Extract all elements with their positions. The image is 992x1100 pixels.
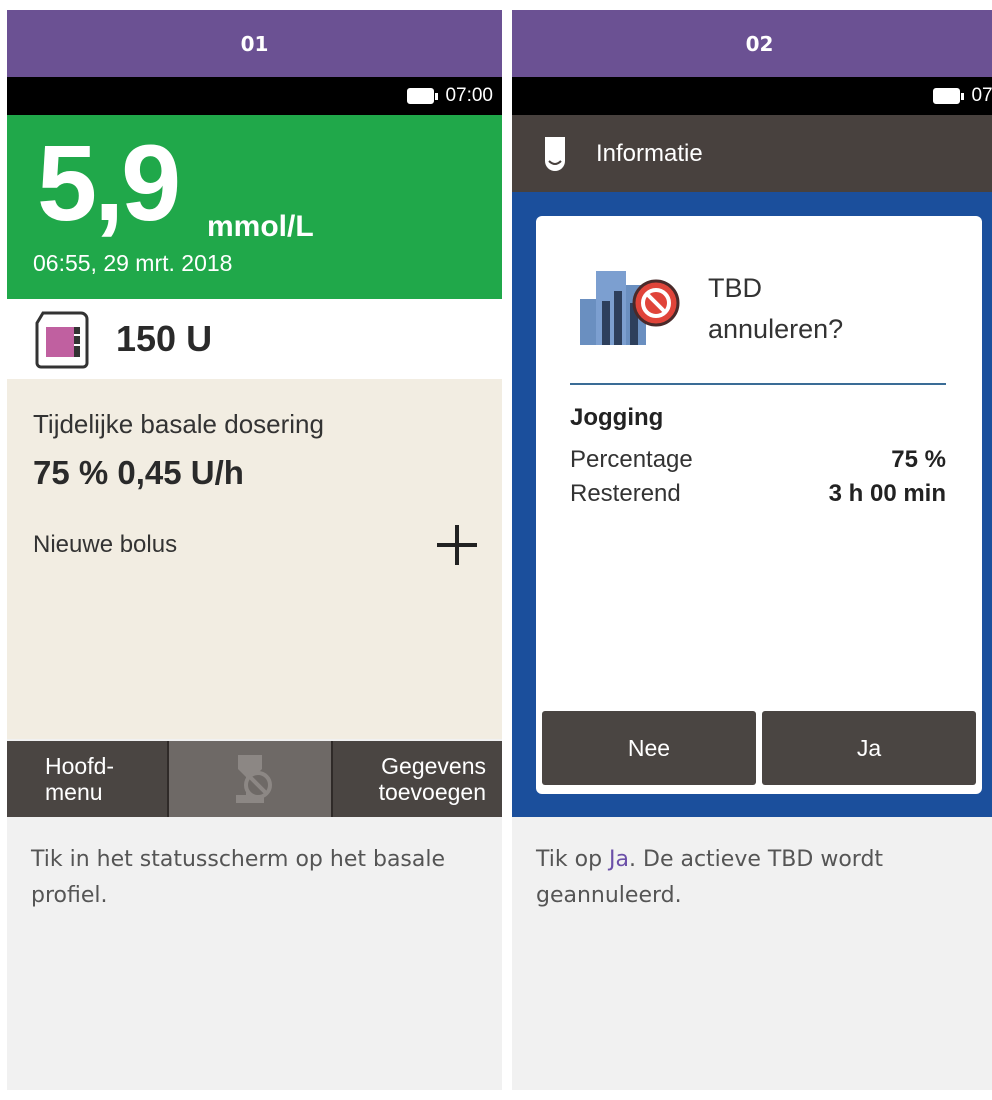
dialog-title-line2: annuleren? <box>708 313 844 344</box>
status-bar: 07:00 <box>512 77 992 115</box>
glucose-card[interactable]: 5,9 mmol/L 06:55, 29 mrt. 2018 <box>7 115 502 299</box>
basal-profile-area[interactable]: Tijdelijke basale dosering 75 % 0,45 U/h… <box>7 379 502 739</box>
step-caption: Tik in het statusscherm op het basale pr… <box>31 847 446 909</box>
status-time: 07:00 <box>971 85 992 106</box>
pump-stop-button[interactable] <box>169 741 333 817</box>
percentage-value: 75 % <box>891 446 946 473</box>
dialog-buttons: Nee Ja <box>542 711 976 785</box>
information-device-icon <box>545 136 565 171</box>
cartridge-icon <box>35 311 89 369</box>
caption-link-ja[interactable]: Ja <box>609 847 629 872</box>
remaining-row: Resterend 3 h 00 min <box>570 480 946 508</box>
add-data-label-2: toevoegen <box>378 779 486 805</box>
device-screen: 07:00 5,9 mmol/L 06:55, 29 mrt. 2018 150… <box>7 77 502 817</box>
new-bolus-label[interactable]: Nieuwe bolus <box>33 531 177 559</box>
dialog-title: TBD annuleren? <box>708 268 843 349</box>
remaining-value: 3 h 00 min <box>828 480 946 507</box>
cancel-tbd-dialog: TBD annuleren? Jogging Percentage 75 % R… <box>536 216 982 794</box>
screen-titlebar: Informatie <box>512 115 992 192</box>
pump-stop-icon <box>236 755 272 803</box>
step-number: 01 <box>7 10 502 77</box>
tbd-value: 75 % 0,45 U/h <box>33 454 244 491</box>
divider <box>570 383 946 385</box>
status-time: 07:00 <box>445 85 493 106</box>
add-data-label-1: Gegevens <box>381 752 486 779</box>
battery-icon <box>933 88 965 104</box>
cartridge-value: 150 U <box>116 318 213 359</box>
no-button[interactable]: Nee <box>542 711 756 785</box>
dialog-backdrop: TBD annuleren? Jogging Percentage 75 % R… <box>512 192 992 817</box>
remaining-label: Resterend <box>570 480 681 507</box>
yes-button[interactable]: Ja <box>762 711 976 785</box>
tbd-name: Jogging <box>570 404 664 431</box>
main-menu-label-2: menu <box>45 779 103 805</box>
add-data-button[interactable]: Gegevens toevoegen <box>333 741 502 817</box>
cancel-tbd-icon <box>580 271 680 345</box>
device-screen: 07:00 Informatie <box>512 77 992 817</box>
step-01-panel: 01 07:00 5,9 mmol/L 06:55, 29 mrt. 2018 … <box>7 10 502 1090</box>
percentage-row: Percentage 75 % <box>570 446 946 474</box>
battery-icon <box>407 88 439 104</box>
step-caption: Tik op Ja. De actieve TBD wordt geannule… <box>536 842 986 915</box>
main-menu-button[interactable]: Hoofd- menu <box>7 741 169 817</box>
percentage-label: Percentage <box>570 446 693 473</box>
tbd-label: Tijdelijke basale dosering <box>33 409 324 439</box>
step-02-panel: 02 07:00 Informatie <box>512 10 992 1090</box>
glucose-unit: mmol/L <box>207 210 314 243</box>
step-number: 02 <box>512 10 992 77</box>
dialog-title-line1: TBD <box>708 273 762 303</box>
cartridge-status[interactable]: 150 U <box>7 299 502 379</box>
plus-icon[interactable] <box>437 525 477 565</box>
caption-pre: Tik op <box>536 847 610 872</box>
screen-title: Informatie <box>596 139 703 167</box>
glucose-value: 5,9 <box>37 122 181 243</box>
glucose-timestamp: 06:55, 29 mrt. 2018 <box>33 250 233 276</box>
main-menu-label-1: Hoofd- <box>45 752 115 779</box>
status-bar: 07:00 <box>7 77 502 115</box>
bottom-nav: Hoofd- menu Gegevens toevoegen <box>7 741 502 817</box>
